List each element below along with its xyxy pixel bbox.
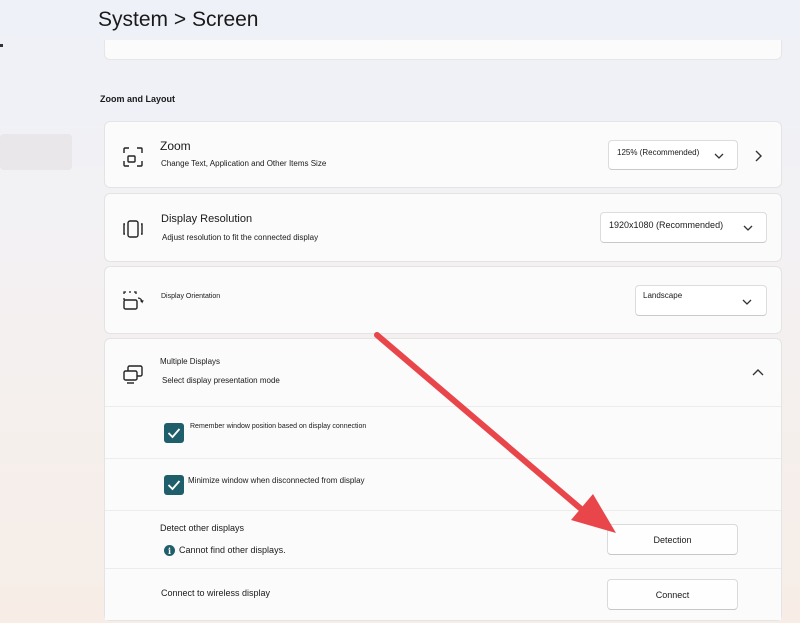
orientation-icon	[123, 291, 144, 310]
chevron-down-icon	[742, 299, 752, 305]
zoom-dropdown-value: 125% (Recommended)	[617, 148, 700, 157]
multiple-displays-title: Multiple Displays	[160, 357, 221, 366]
minimize-window-row: Minimize window when disconnected from d…	[105, 458, 781, 510]
detect-displays-label: Detect other displays	[160, 523, 245, 533]
detect-displays-row: Detect other displays i Cannot find othe…	[105, 510, 781, 568]
zoom-dropdown[interactable]: 125% (Recommended)	[608, 140, 738, 170]
multiple-displays-subtitle: Select display presentation mode	[162, 376, 280, 385]
orientation-dropdown[interactable]: Landscape	[635, 285, 767, 316]
remember-window-position-row: Remember window position based on displa…	[105, 406, 781, 458]
sidebar-marker	[0, 44, 3, 47]
zoom-title: Zoom	[160, 139, 191, 153]
display-resolution-card: Display Resolution Adjust resolution to …	[104, 193, 782, 262]
resolution-dropdown[interactable]: 1920x1080 (Recommended)	[600, 212, 767, 243]
zoom-subtitle: Change Text, Application and Other Items…	[161, 159, 327, 168]
chevron-up-icon[interactable]	[752, 369, 764, 376]
previous-card	[104, 40, 782, 60]
zoom-icon	[123, 147, 143, 167]
chevron-down-icon	[714, 153, 724, 159]
resolution-dropdown-value: 1920x1080 (Recommended)	[609, 220, 724, 230]
wireless-display-label: Connect to wireless display	[161, 588, 271, 598]
sidebar	[0, 0, 80, 623]
minimize-window-label: Minimize window when disconnected from d…	[188, 476, 365, 485]
zoom-card: Zoom Change Text, Application and Other …	[104, 121, 782, 188]
display-resolution-subtitle: Adjust resolution to fit the connected d…	[162, 233, 319, 242]
detect-status-text: Cannot find other displays.	[179, 545, 286, 555]
info-icon: i	[164, 545, 175, 556]
chevron-down-icon	[743, 225, 753, 231]
connect-button[interactable]: Connect	[607, 579, 738, 610]
multiple-displays-header[interactable]: Multiple Displays Select display present…	[105, 339, 781, 407]
display-orientation-title: Display Orientation	[161, 293, 221, 300]
display-orientation-card: Display Orientation Landscape	[104, 266, 782, 334]
display-resolution-title: Display Resolution	[161, 213, 253, 225]
sidebar-selected-item[interactable]	[0, 134, 72, 170]
resolution-icon	[123, 220, 143, 238]
checkmark-icon	[167, 480, 181, 491]
wireless-display-row: Connect to wireless display Connect	[105, 568, 781, 620]
orientation-dropdown-value: Landscape	[643, 291, 683, 300]
checkmark-icon	[167, 428, 181, 439]
minimize-window-checkbox[interactable]	[164, 475, 184, 495]
section-title: Zoom and Layout	[100, 94, 175, 104]
chevron-right-icon[interactable]	[755, 150, 762, 162]
page-title: System > Screen	[98, 8, 259, 31]
detection-button[interactable]: Detection	[607, 524, 738, 555]
multiple-displays-icon	[123, 365, 143, 384]
remember-window-position-checkbox[interactable]	[164, 423, 184, 443]
remember-window-position-label: Remember window position based on displa…	[190, 423, 367, 430]
